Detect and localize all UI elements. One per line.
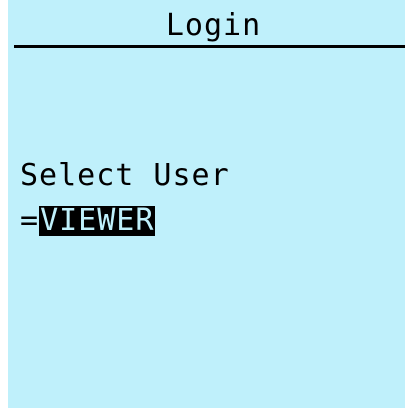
select-user-label: Select User (20, 158, 230, 193)
page-title: Login (165, 8, 262, 43)
selected-user-value[interactable]: VIEWER (39, 206, 156, 236)
title-divider (14, 45, 405, 48)
value-prefix: = (20, 203, 40, 238)
user-selector[interactable]: = VIEWER (20, 203, 156, 238)
lcd-screen: Login Select User = VIEWER (8, 0, 405, 408)
